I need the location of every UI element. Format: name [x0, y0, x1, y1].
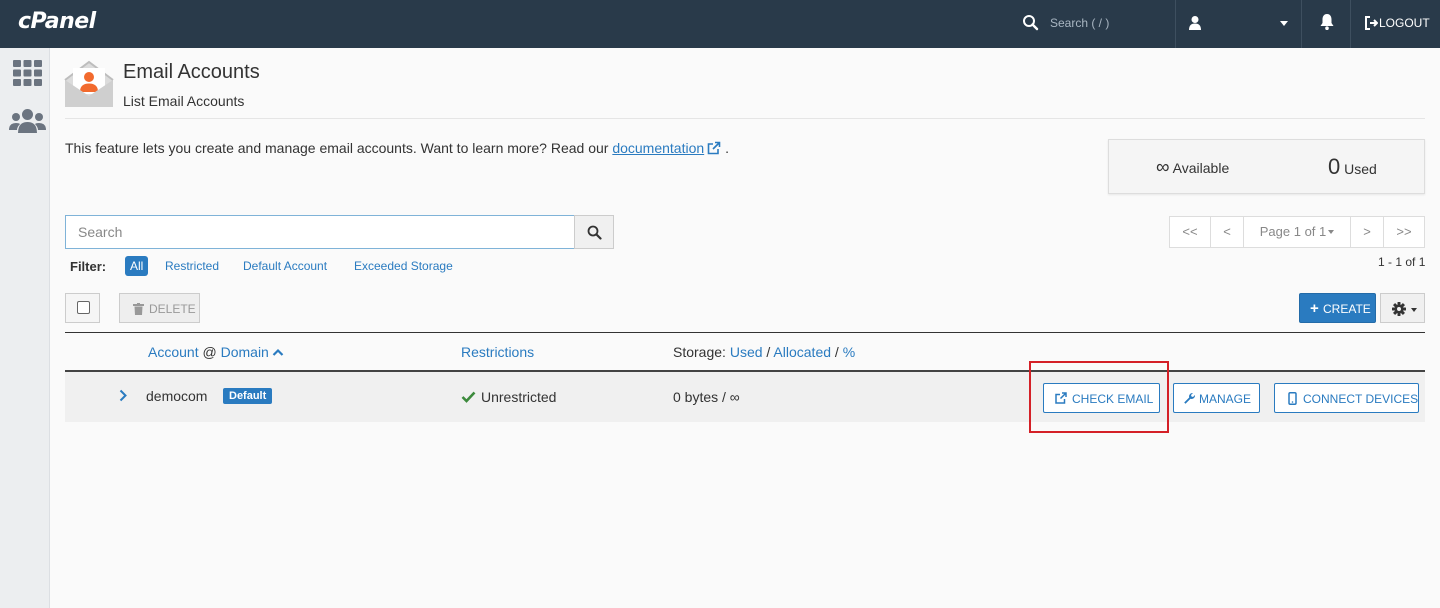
default-badge: Default	[223, 388, 273, 404]
filter-all[interactable]: All	[125, 256, 149, 276]
search-icon	[587, 225, 602, 240]
manage-label: MANAGE	[1199, 392, 1252, 406]
manage-button[interactable]: MANAGE	[1173, 383, 1260, 413]
sort-ascending-icon[interactable]	[272, 348, 284, 356]
wrench-icon	[1184, 392, 1196, 404]
connect-devices-label: CONNECT DEVICES	[1303, 392, 1419, 406]
restrictions-sort-link[interactable]: Restrictions	[461, 344, 534, 360]
chevron-right-icon[interactable]	[119, 389, 127, 402]
chevron-down-icon	[1411, 308, 1417, 312]
highlight-box	[1029, 361, 1169, 433]
storage-separator-1: /	[766, 344, 771, 360]
used-stat: 0 Used	[1328, 154, 1377, 180]
external-link-icon[interactable]	[707, 141, 721, 155]
top-navbar: cPanel Search ( / ) LOGOUT	[0, 0, 1440, 48]
filter-exceeded-storage[interactable]: Exceeded Storage	[354, 259, 453, 273]
create-label: CREATE	[1323, 302, 1371, 316]
available-stat: ∞ Available	[1156, 157, 1229, 179]
logout-label: LOGOUT	[1379, 16, 1430, 30]
bell-icon	[1320, 14, 1334, 30]
at-symbol: @	[202, 344, 217, 360]
account-stats-panel: ∞ Available 0 Used	[1108, 139, 1425, 194]
chevron-down-icon	[1328, 230, 1335, 234]
account-domain-header: Account @ Domain	[148, 344, 284, 360]
create-button[interactable]: + CREATE	[1299, 293, 1376, 323]
storage-used-sort-link[interactable]: Used	[730, 344, 763, 360]
account-sort-link[interactable]: Account	[148, 344, 199, 360]
check-icon	[461, 391, 476, 403]
mobile-phone-icon	[1288, 392, 1297, 405]
plus-icon: +	[1310, 300, 1319, 317]
page-select-label: Page 1 of 1	[1259, 224, 1327, 239]
next-page-button[interactable]: >	[1350, 216, 1384, 248]
logout-icon	[1365, 16, 1378, 30]
chevron-down-icon	[1280, 21, 1288, 26]
page-subtitle: List Email Accounts	[123, 93, 245, 109]
top-search-placeholder: Search ( / )	[1050, 16, 1110, 30]
account-name: democom	[146, 388, 208, 404]
domain-sort-link[interactable]: Domain	[221, 344, 269, 360]
delete-button[interactable]: DELETE	[119, 293, 200, 323]
header-divider	[65, 118, 1425, 119]
storage-allocated-sort-link[interactable]: Allocated	[773, 344, 831, 360]
prev-page-button[interactable]: <	[1210, 216, 1244, 248]
used-label: Used	[1344, 161, 1377, 177]
restriction-status: Unrestricted	[461, 389, 556, 405]
available-value: ∞	[1156, 157, 1170, 178]
restrictions-header: Restrictions	[461, 344, 534, 360]
storage-separator-2: /	[834, 344, 839, 360]
result-count: 1 - 1 of 1	[1378, 255, 1426, 269]
storage-percent-sort-link[interactable]: %	[843, 344, 855, 360]
intro-sentence: This feature lets you create and manage …	[65, 140, 613, 156]
search-input[interactable]	[65, 215, 575, 249]
used-value: 0	[1328, 154, 1341, 179]
filter-label: Filter:	[70, 259, 107, 274]
email-accounts-icon	[64, 60, 114, 107]
filter-restricted[interactable]: Restricted	[165, 259, 219, 273]
table-top-border	[65, 332, 1425, 333]
intro-tail: .	[725, 140, 729, 156]
left-sidebar	[0, 48, 50, 608]
select-all-checkbox[interactable]	[77, 301, 90, 314]
top-search[interactable]: Search ( / )	[1010, 0, 1176, 48]
user-menu-button[interactable]	[1176, 0, 1302, 48]
user-icon	[1189, 16, 1201, 30]
logout-button[interactable]: LOGOUT	[1352, 0, 1440, 48]
storage-header: Storage: Used / Allocated / %	[673, 344, 855, 360]
search-button[interactable]	[574, 215, 614, 249]
available-label: Available	[1172, 160, 1230, 176]
intro-text: This feature lets you create and manage …	[65, 140, 729, 156]
storage-prefix: Storage:	[673, 344, 726, 360]
first-page-button[interactable]: <<	[1169, 216, 1211, 248]
table-row: democom Default Unrestricted 0 bytes / ∞…	[65, 372, 1425, 422]
select-all-button[interactable]	[65, 293, 100, 323]
page-select[interactable]: Page 1 of 1	[1243, 216, 1351, 248]
users-icon[interactable]	[9, 108, 46, 134]
connect-devices-button[interactable]: CONNECT DEVICES	[1274, 383, 1419, 413]
cpanel-logo[interactable]: cPanel	[18, 9, 96, 34]
trash-icon	[133, 303, 144, 315]
documentation-link[interactable]: documentation	[612, 140, 704, 156]
storage-value: 0 bytes / ∞	[673, 389, 740, 405]
last-page-button[interactable]: >>	[1383, 216, 1425, 248]
gear-icon	[1392, 302, 1406, 316]
page-title: Email Accounts	[123, 61, 260, 83]
apps-grid-icon[interactable]	[13, 60, 42, 86]
settings-menu-button[interactable]	[1380, 293, 1425, 323]
search-icon	[1023, 15, 1039, 31]
delete-label: DELETE	[149, 302, 196, 316]
filter-default-account[interactable]: Default Account	[243, 259, 327, 273]
notifications-button[interactable]	[1303, 0, 1351, 48]
restriction-label: Unrestricted	[481, 389, 557, 405]
